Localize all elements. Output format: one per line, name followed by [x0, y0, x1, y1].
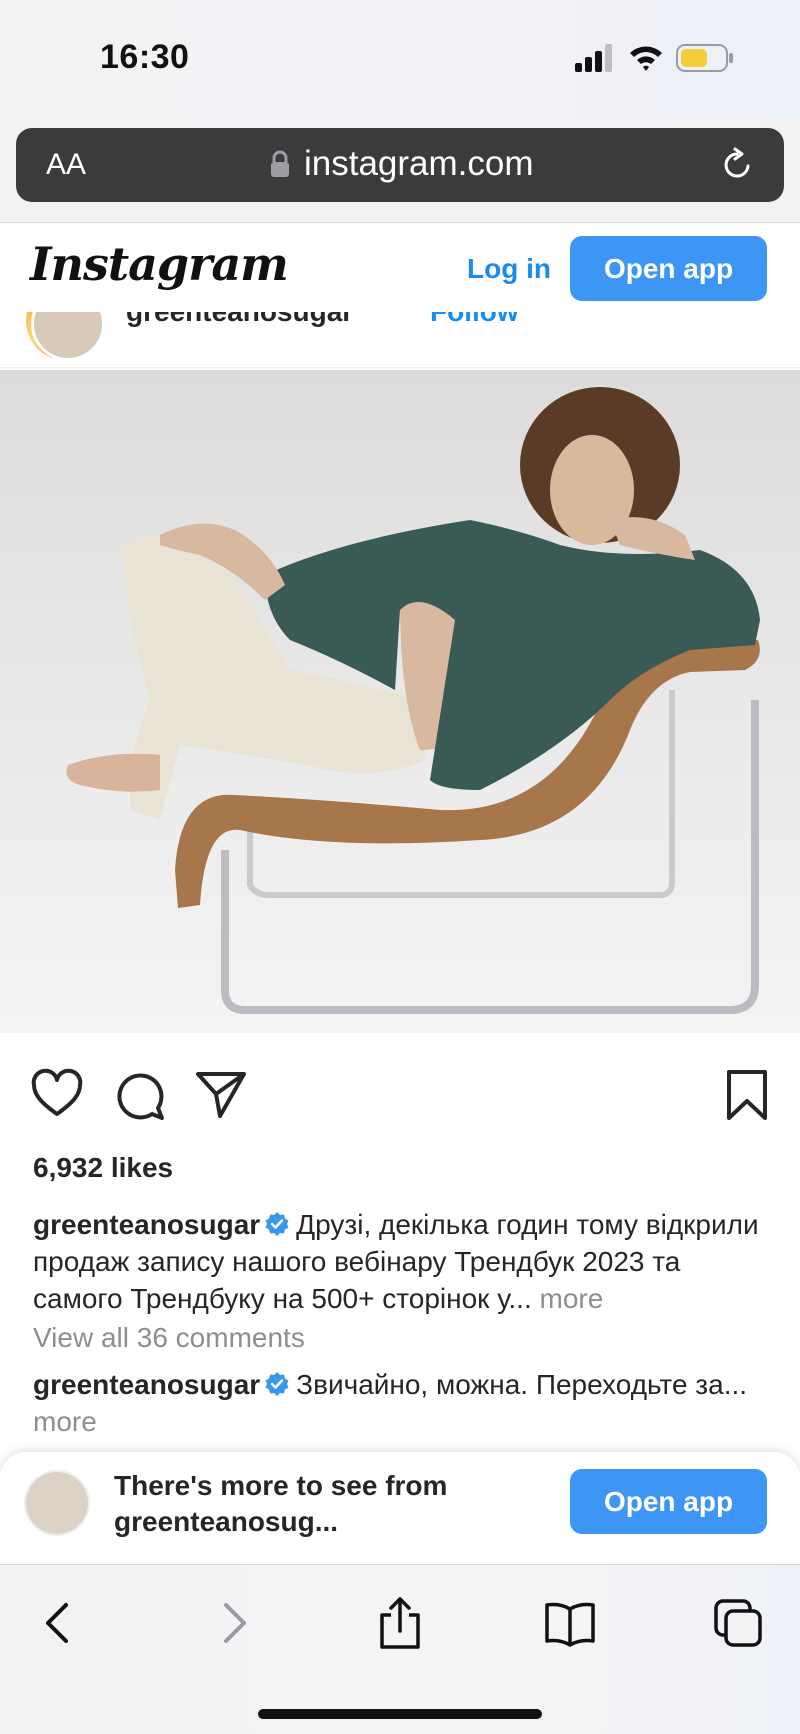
open-app-banner: There's more to see from greenteanosug..… — [0, 1452, 800, 1564]
status-time: 16:30 — [100, 38, 190, 76]
bookmarks-icon[interactable] — [544, 1597, 596, 1649]
post-actions — [0, 1060, 800, 1130]
caption-username[interactable]: greenteanosugar — [33, 1209, 260, 1240]
likes-count[interactable]: 6,932 likes — [33, 1152, 173, 1184]
verified-badge-icon — [265, 1212, 289, 1236]
url-text[interactable]: instagram.com — [304, 144, 534, 184]
browser-chrome: AA instagram.com — [0, 118, 800, 222]
forward-icon[interactable] — [206, 1597, 258, 1649]
browser-toolbar — [0, 1564, 800, 1734]
comment-icon[interactable] — [112, 1068, 166, 1122]
back-icon[interactable] — [34, 1597, 86, 1649]
comment-username[interactable]: greenteanosugar — [33, 1369, 260, 1400]
author-username[interactable]: greenteanosugar — [126, 312, 353, 328]
home-indicator — [258, 1709, 542, 1719]
caption-more-link[interactable]: more — [540, 1283, 604, 1314]
status-bar: 16:30 — [0, 0, 800, 118]
address-bar[interactable]: AA instagram.com — [16, 128, 784, 202]
post-caption: greenteanosugar Друзі, декілька годин том… — [33, 1206, 773, 1317]
tabs-icon[interactable] — [712, 1597, 764, 1649]
instagram-logo[interactable]: Instagram — [30, 237, 289, 291]
post-author-row: greenteanosugar Follow — [0, 312, 800, 368]
aa-label: AA — [46, 148, 87, 181]
lock-icon — [271, 150, 289, 177]
comment-text: Звичайно, можна. Переходьте за... — [296, 1369, 748, 1400]
reload-icon[interactable] — [718, 146, 756, 184]
follow-button[interactable]: Follow — [430, 312, 519, 328]
wifi-icon — [630, 46, 662, 71]
comment-item: greenteanosugar Звичайно, можна. Переходь… — [33, 1366, 773, 1440]
battery-icon — [676, 44, 733, 72]
heart-icon[interactable] — [30, 1068, 84, 1122]
view-all-comments-link[interactable]: View all 36 comments — [33, 1322, 305, 1354]
banner-open-app-button[interactable]: Open app — [570, 1469, 767, 1534]
verified-badge-icon — [265, 1372, 289, 1396]
login-link[interactable]: Log in — [467, 253, 551, 285]
open-app-button[interactable]: Open app — [570, 236, 767, 301]
instagram-header: Instagram Log in Open app — [0, 222, 800, 312]
avatar — [24, 1470, 90, 1536]
bookmark-icon[interactable] — [720, 1068, 774, 1122]
comment-more-link[interactable]: more — [33, 1406, 97, 1437]
banner-text: There's more to see from greenteanosug..… — [114, 1470, 448, 1537]
share-icon[interactable] — [194, 1068, 248, 1122]
share-sheet-icon[interactable] — [374, 1597, 426, 1649]
cellular-signal-icon — [575, 44, 612, 72]
post-photo[interactable] — [0, 370, 800, 1033]
reader-options-button[interactable]: AA — [46, 148, 86, 182]
author-avatar[interactable] — [26, 312, 105, 361]
